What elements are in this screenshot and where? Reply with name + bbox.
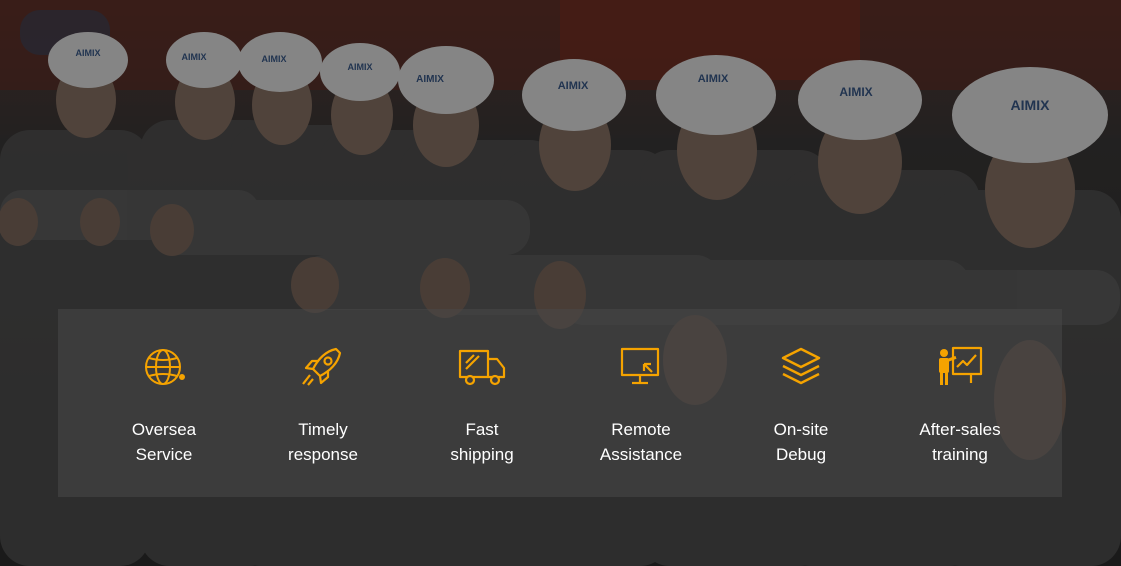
feature-label: On-site Debug — [773, 420, 829, 464]
feature-label: Fast shipping — [450, 420, 514, 464]
layers-icon — [781, 347, 821, 385]
feature-label: Remote Assistance — [599, 420, 683, 464]
feature-remote-assistance[interactable]: Remote Assistance — [581, 345, 701, 467]
presentation-icon — [939, 346, 983, 385]
feature-fast-shipping[interactable]: Fast shipping — [422, 345, 542, 467]
monitor-icon — [620, 347, 660, 385]
feature-oversea-service[interactable]: Oversea Service — [104, 345, 224, 467]
feature-onsite-debug[interactable]: On-site Debug — [741, 345, 861, 467]
globe-icon — [145, 349, 185, 385]
feature-label: After-sales training — [919, 420, 1001, 464]
services-panel: Oversea Service Timely response Fast shi… — [58, 309, 1062, 497]
truck-icon — [458, 349, 506, 386]
feature-after-sales-training[interactable]: After-sales training — [900, 345, 1020, 467]
feature-timely-response[interactable]: Timely response — [263, 345, 383, 467]
feature-label: Oversea Service — [131, 420, 197, 464]
rocket-icon — [302, 347, 342, 386]
feature-label: Timely response — [288, 420, 358, 464]
